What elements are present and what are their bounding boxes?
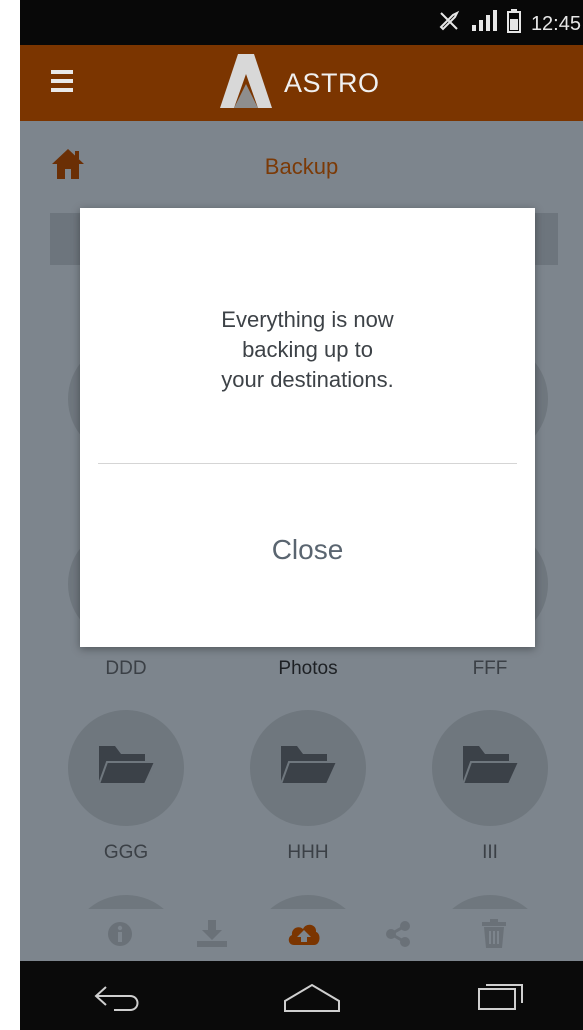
app-bar: ASTRO <box>20 45 583 121</box>
folder-icon <box>97 746 155 785</box>
close-button[interactable]: Close <box>80 508 535 592</box>
dialog-message: Everything is now backing up to your des… <box>110 305 505 395</box>
folder-label: GGG <box>103 842 149 863</box>
trash-icon[interactable] <box>481 919 511 949</box>
recents-icon[interactable] <box>476 979 526 1018</box>
folder-label: HHH <box>287 842 329 863</box>
folder-label: DDD <box>105 658 147 679</box>
brand-name: ASTRO <box>284 67 380 98</box>
dialog-message-line: Everything is now <box>221 307 394 332</box>
device-frame: 12:45 ASTRO Backup DDD Photos FFF GGG HH… <box>0 0 583 1030</box>
hamburger-icon[interactable] <box>51 70 73 92</box>
folder-label: FFF <box>472 658 508 679</box>
screen: 12:45 ASTRO Backup DDD Photos FFF GGG HH… <box>20 0 583 1030</box>
folder-icon <box>461 746 519 785</box>
brand: ASTRO <box>220 53 380 113</box>
dialog-message-line: backing up to <box>242 337 373 362</box>
folder-label: III <box>482 842 498 863</box>
system-nav-bar <box>20 961 583 1030</box>
cloud-upload-icon[interactable] <box>286 919 320 949</box>
folder-icon <box>279 746 337 785</box>
signal-icon <box>471 10 497 38</box>
info-icon[interactable] <box>105 919 135 949</box>
astro-logo-icon <box>220 53 272 113</box>
home-nav-icon[interactable] <box>282 979 342 1018</box>
breadcrumb: Backup <box>20 121 583 211</box>
folder-tile[interactable] <box>68 710 184 826</box>
folder-tile[interactable] <box>432 710 548 826</box>
dialog-divider <box>98 463 517 464</box>
share-icon[interactable] <box>383 919 413 949</box>
backup-dialog: Everything is now backing up to your des… <box>80 208 535 647</box>
bottom-toolbar <box>20 909 583 961</box>
status-icons: 12:45 <box>437 7 581 41</box>
status-time: 12:45 <box>530 12 581 35</box>
dialog-message-line: your destinations. <box>221 367 394 392</box>
download-icon[interactable] <box>195 919 227 949</box>
battery-icon <box>506 9 521 39</box>
folder-tile[interactable] <box>250 710 366 826</box>
mute-icon <box>437 9 461 39</box>
folder-label: Photos <box>278 658 338 679</box>
status-bar: 12:45 <box>20 0 583 45</box>
left-margin <box>0 0 20 1030</box>
page-title: Backup <box>264 154 339 179</box>
back-icon[interactable] <box>92 979 146 1018</box>
